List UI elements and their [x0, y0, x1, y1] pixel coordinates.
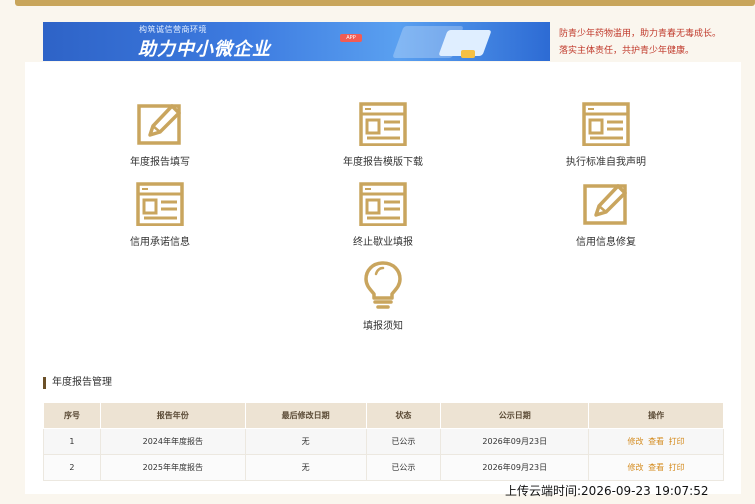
menu-filing-instructions[interactable]: 填报须知 [308, 260, 458, 332]
column-header: 序号 [43, 402, 101, 429]
edit-icon [583, 184, 627, 225]
cell-year: 2025年年度报告 [99, 454, 246, 481]
upload-timestamp: 上传云端时间:2026-09-23 19:07:52 [505, 484, 709, 498]
cell-modified: 无 [244, 428, 367, 455]
menu-label: 信用承诺信息 [130, 237, 190, 248]
cell-index: 2 [43, 454, 101, 481]
cell-actions: 修改 查看 打印 [588, 428, 724, 455]
cell-publish-date: 2026年09月23日 [440, 454, 590, 481]
cell-modified: 无 [244, 454, 367, 481]
edit-link[interactable]: 修改 [628, 437, 644, 446]
column-header: 状态 [365, 402, 442, 429]
menu-label: 年度报告填写 [130, 157, 190, 168]
form-icon [582, 102, 630, 146]
promo-banner[interactable]: 构筑诚信营商环境 助力中小微企业 APP [43, 22, 550, 61]
banner-small-text: 构筑诚信营商环境 [139, 25, 207, 34]
cell-actions: 修改 查看 打印 [588, 454, 724, 481]
form-icon [359, 182, 407, 226]
menu-label: 信用信息修复 [576, 237, 636, 248]
column-header: 最后修改日期 [244, 402, 367, 429]
menu-standard-declaration[interactable]: 执行标准自我声明 [531, 102, 681, 168]
menu-label: 终止歇业填报 [353, 237, 413, 248]
menu-termination-report[interactable]: 终止歇业填报 [308, 182, 458, 248]
banner-decoration [461, 50, 475, 58]
section-title: 年度报告管理 [43, 377, 112, 389]
cell-index: 1 [43, 428, 101, 455]
table-row: 1 2024年年度报告 无 已公示 2026年09月23日 修改 查看 打印 [43, 428, 724, 455]
cell-status: 已公示 [365, 454, 442, 481]
menu-credit-commitment[interactable]: 信用承诺信息 [85, 182, 235, 248]
cell-year: 2024年年度报告 [99, 428, 246, 455]
view-link[interactable]: 查看 [648, 437, 664, 446]
form-icon [136, 182, 184, 226]
menu-credit-repair[interactable]: 信用信息修复 [531, 182, 681, 248]
menu-annual-report-fill[interactable]: 年度报告填写 [85, 102, 235, 168]
menu-label: 年度报告模版下载 [343, 157, 423, 168]
cell-publish-date: 2026年09月23日 [440, 428, 590, 455]
menu-label: 填报须知 [363, 321, 403, 332]
cell-status: 已公示 [365, 428, 442, 455]
notice-line: 落实主体责任，共护青少年健康。 [559, 46, 695, 56]
table-header-row: 序号 报告年份 最后修改日期 状态 公示日期 操作 [43, 402, 724, 429]
edit-icon [137, 104, 181, 145]
banner-tag: APP [340, 34, 362, 42]
column-header: 操作 [588, 402, 724, 429]
table-row: 2 2025年年度报告 无 已公示 2026年09月23日 修改 查看 打印 [43, 454, 724, 481]
edit-link[interactable]: 修改 [628, 463, 644, 472]
banner-title: 助力中小微企业 [138, 39, 271, 60]
print-link[interactable]: 打印 [669, 463, 685, 472]
column-header: 报告年份 [99, 402, 246, 429]
notice-text: 防青少年药物滥用，助力青春无毒成长。 落实主体责任，共护青少年健康。 [559, 26, 749, 60]
form-icon [359, 102, 407, 146]
print-link[interactable]: 打印 [669, 437, 685, 446]
annual-report-table: 序号 报告年份 最后修改日期 状态 公示日期 操作 1 2024年年度报告 无 … [43, 402, 724, 481]
menu-template-download[interactable]: 年度报告模版下载 [308, 102, 458, 168]
menu-label: 执行标准自我声明 [566, 157, 646, 168]
notice-line: 防青少年药物滥用，助力青春无毒成长。 [559, 29, 722, 39]
column-header: 公示日期 [440, 402, 590, 429]
view-link[interactable]: 查看 [648, 463, 664, 472]
top-accent-strip [15, 0, 755, 6]
lightbulb-icon [364, 261, 402, 309]
